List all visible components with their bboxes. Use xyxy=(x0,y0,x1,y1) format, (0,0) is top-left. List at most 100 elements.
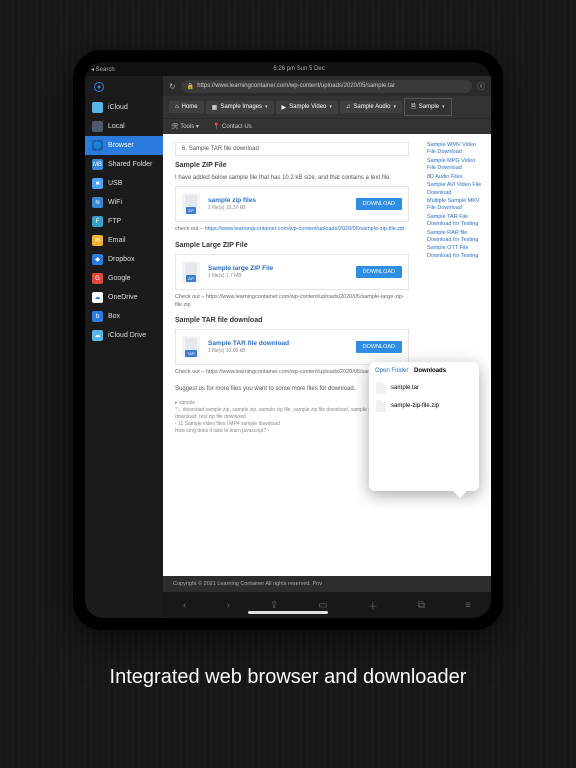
sidebar-item-label: OneDrive xyxy=(108,294,138,301)
download-button[interactable]: DOWNLOAD xyxy=(356,198,402,210)
popup-title: Downloads xyxy=(414,368,446,374)
download-card: ZIP Sample large ZIP File 1 file(s) 1.7 … xyxy=(175,254,409,290)
nav-sample-audio[interactable]: ♫Sample Audio▾ xyxy=(340,101,402,113)
downloads-popup: Open Folder Downloads sample.tar sample-… xyxy=(369,362,479,491)
pin-icon: 📍 xyxy=(213,124,220,130)
nav-contact[interactable]: 📍 Contact Us xyxy=(213,123,252,130)
sidebar-item-label: iCloud Drive xyxy=(108,332,146,339)
file-meta: 1 file(s) 10.37 kB xyxy=(208,205,348,211)
image-icon: ▦ xyxy=(212,104,218,111)
link[interactable]: Sample AVI Video File Download xyxy=(427,182,485,197)
file-link[interactable]: Sample large ZIP File xyxy=(208,265,348,272)
link[interactable]: Sample TAR File Download for Testing xyxy=(427,214,485,229)
sidebar-item-icloud[interactable]: iCloud xyxy=(85,98,163,117)
sidebar-item-icloud-drive[interactable]: ☁ iCloud Drive xyxy=(85,326,163,345)
sidebar-item-browser[interactable]: 🌐 Browser xyxy=(85,136,163,155)
file-icon: ZIP xyxy=(182,193,200,215)
source-sidebar: iCloud Local 🌐 Browser MBShared Folder ■… xyxy=(85,76,163,618)
checkout-line: Check out – https://www.learningcontaine… xyxy=(175,294,409,309)
open-folder-link[interactable]: Open Folder xyxy=(375,368,408,374)
sidebar-item-label: Email xyxy=(108,237,126,244)
link[interactable]: https://www.learningcontainer.com/wp-con… xyxy=(205,226,405,232)
sidebar-item-email[interactable]: ✉Email xyxy=(85,231,163,250)
file-link[interactable]: Sample TAR file download xyxy=(208,340,348,347)
nav-sample-images[interactable]: ▦Sample Images▾ xyxy=(206,101,274,114)
shared-icon: MB xyxy=(92,159,103,170)
onedrive-icon: ☁ xyxy=(92,292,103,303)
url-text: https://www.learningcontainer.com/wp-con… xyxy=(197,83,395,89)
link[interactable]: Sample RAR file Download for Testing xyxy=(427,230,485,245)
sidebar-item-onedrive[interactable]: ☁ OneDrive xyxy=(85,288,163,307)
link[interactable]: Multiple Sample MKV File Download xyxy=(427,198,485,213)
download-filename: sample.tar xyxy=(391,385,419,391)
sidebar-item-label: iCloud xyxy=(108,104,128,111)
clock: 6:26 pm Sun 5 Dec xyxy=(115,66,484,72)
popup-header: Open Folder Downloads xyxy=(375,368,473,374)
tabs-icon[interactable]: ⧉ xyxy=(418,600,425,611)
box-icon: b xyxy=(92,311,103,322)
nav-home[interactable]: ⌂Home xyxy=(169,101,204,113)
download-row[interactable]: sample.tar xyxy=(375,379,473,397)
app-icon[interactable] xyxy=(85,76,163,98)
link[interactable]: Sample OTT File Download for Testing xyxy=(427,245,485,260)
ftp-icon: F xyxy=(92,216,103,227)
file-icon xyxy=(376,382,386,394)
sidebar-item-wifi[interactable]: ≋WiFi xyxy=(85,193,163,212)
chevron-down-icon: ▾ xyxy=(265,104,268,110)
sidebar-item-label: Dropbox xyxy=(108,256,134,263)
browser-toolbar: ‹ › ⇪ ▭ ＋ ⧉ ≡ xyxy=(163,592,491,618)
file-link[interactable]: sample zip files xyxy=(208,197,348,204)
file-meta: 1 file(s) 1.7 MB xyxy=(208,273,348,279)
sidebar-item-google[interactable]: G Google xyxy=(85,269,163,288)
link[interactable]: Sample MPG Video File Download xyxy=(427,158,485,173)
sidebar-item-local[interactable]: Local xyxy=(85,117,163,136)
dropbox-icon: ◆ xyxy=(92,254,103,265)
reload-icon[interactable]: ↻ xyxy=(169,82,176,91)
cloud-icon: ☁ xyxy=(92,330,103,341)
heading-large-zip: Sample Large ZIP File xyxy=(175,242,409,249)
link[interactable]: 8D Audio Files xyxy=(427,174,485,181)
link[interactable]: Sample WMV Video File Download xyxy=(427,142,485,157)
screen: ◂ Search 6:26 pm Sun 5 Dec . iCloud Loca xyxy=(85,62,491,618)
doc-icon: 🗎 xyxy=(411,102,416,112)
back-icon[interactable]: ‹ xyxy=(183,600,186,611)
list-icon[interactable]: ≡ xyxy=(465,600,471,611)
file-icon xyxy=(376,400,386,412)
sidebar-item-label: Browser xyxy=(108,142,134,149)
download-button[interactable]: DOWNLOAD xyxy=(356,341,402,353)
usb-icon: ■ xyxy=(92,178,103,189)
download-button[interactable]: DOWNLOAD xyxy=(356,266,402,278)
related-links: Sample WMV Video File Download Sample MP… xyxy=(421,134,491,576)
bookmarks-icon[interactable]: ▭ xyxy=(318,600,327,611)
nav-tools[interactable]: 🛠 Tools ▾ xyxy=(171,123,199,130)
sidebar-item-usb[interactable]: ■ USB xyxy=(85,174,163,193)
sidebar-item-box[interactable]: bBox xyxy=(85,307,163,326)
sidebar-item-label: USB xyxy=(108,180,122,187)
site-subnav: 🛠 Tools ▾ 📍 Contact Us xyxy=(163,118,491,134)
sidebar-item-ftp[interactable]: FFTP xyxy=(85,212,163,231)
heading-tar: Sample TAR file download xyxy=(175,317,409,324)
sidebar-item-shared-folder[interactable]: MBShared Folder xyxy=(85,155,163,174)
page-footer: Copyright © 2021 Learning Container All … xyxy=(163,576,491,592)
file-icon: TAR xyxy=(182,336,200,358)
lock-icon: 🔒 xyxy=(187,83,194,90)
download-card: ZIP sample zip files 1 file(s) 10.37 kB … xyxy=(175,186,409,222)
new-tab-icon[interactable]: ＋ xyxy=(368,598,378,613)
chevron-down-icon: ▾ xyxy=(329,104,332,110)
heading-zip: Sample ZIP File xyxy=(175,162,409,169)
forward-icon[interactable]: › xyxy=(226,600,229,611)
url-input[interactable]: 🔒 https://www.learningcontainer.com/wp-c… xyxy=(181,80,472,93)
google-icon: G xyxy=(92,273,103,284)
download-card: TAR Sample TAR file download 1 file(s) 1… xyxy=(175,329,409,365)
audio-icon: ♫ xyxy=(346,104,351,110)
share-icon[interactable]: ⇪ xyxy=(270,600,278,611)
clear-icon[interactable]: ⓧ xyxy=(477,81,485,92)
download-row[interactable]: sample-zip-file.zip xyxy=(375,397,473,415)
video-icon: ▶ xyxy=(282,104,287,111)
back-to-search[interactable]: ◂ Search xyxy=(91,66,115,73)
nav-sample[interactable]: 🗎Sample▾ xyxy=(404,98,452,116)
home-indicator[interactable] xyxy=(248,611,328,614)
sidebar-item-dropbox[interactable]: ◆ Dropbox xyxy=(85,250,163,269)
sidebar-item-label: Google xyxy=(108,275,131,282)
nav-sample-video[interactable]: ▶Sample Video▾ xyxy=(276,101,338,114)
